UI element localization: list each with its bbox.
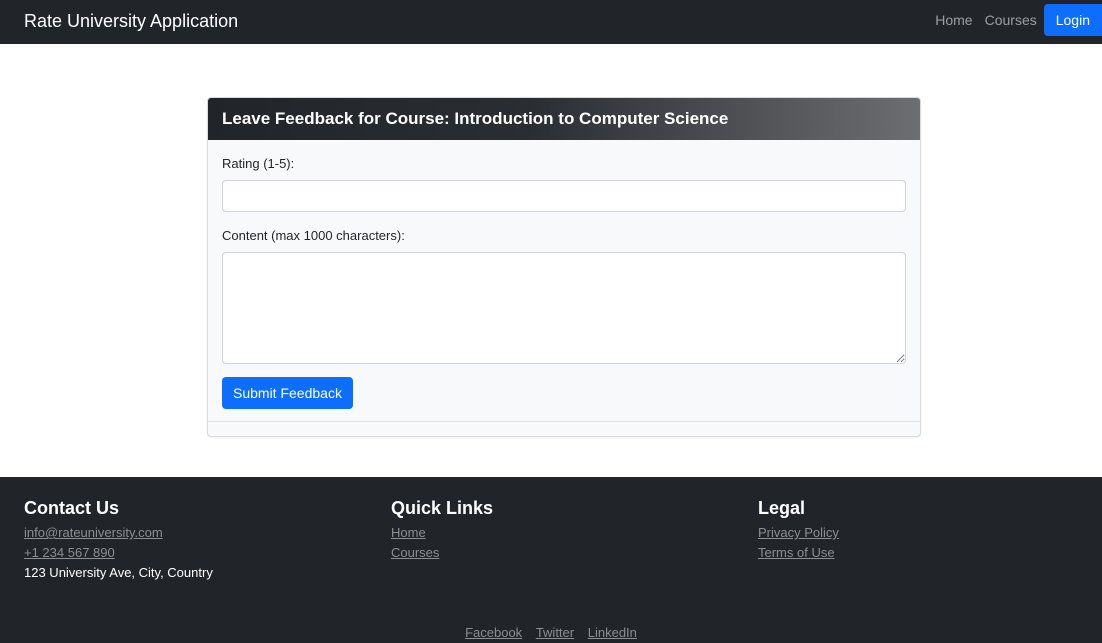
feedback-card: Leave Feedback for Course: Introduction … xyxy=(207,97,921,437)
navbar: Rate University Application Home Courses… xyxy=(0,0,1102,44)
footer-contact: Contact Us info@rateuniversity.com +1 23… xyxy=(24,497,213,583)
social-link-twitter[interactable]: Twitter xyxy=(536,625,574,640)
contact-phone-link[interactable]: +1 234 567 890 xyxy=(24,543,213,563)
feedback-form: Rating (1-5): Content (max 1000 characte… xyxy=(208,140,920,422)
footer: Contact Us info@rateuniversity.com +1 23… xyxy=(0,477,1102,643)
rating-input[interactable] xyxy=(222,180,906,212)
login-button[interactable]: Login xyxy=(1043,4,1102,36)
content-textarea[interactable] xyxy=(222,252,906,364)
footer-quick-links: Quick Links Home Courses xyxy=(391,497,493,563)
submit-feedback-button[interactable]: Submit Feedback xyxy=(222,377,353,409)
social-link-facebook[interactable]: Facebook xyxy=(465,625,522,640)
quick-links-heading: Quick Links xyxy=(391,498,494,518)
social-link-linkedin[interactable]: LinkedIn xyxy=(588,625,637,640)
contact-heading: Contact Us xyxy=(24,498,120,518)
footer-link-courses[interactable]: Courses xyxy=(391,543,493,563)
nav-link-courses[interactable]: Courses xyxy=(979,4,1043,36)
footer-link-privacy[interactable]: Privacy Policy xyxy=(758,523,839,543)
nav-link-home[interactable]: Home xyxy=(929,4,978,36)
nav-links: Home Courses Login xyxy=(929,4,1102,36)
rating-label: Rating (1-5): xyxy=(222,156,295,171)
feedback-title: Leave Feedback for Course: Introduction … xyxy=(222,109,729,128)
contact-address: 123 University Ave, City, Country xyxy=(24,565,213,580)
brand-title[interactable]: Rate University Application xyxy=(24,10,238,32)
legal-heading: Legal xyxy=(758,498,806,518)
feedback-card-header: Leave Feedback for Course: Introduction … xyxy=(208,98,920,140)
social-links: Facebook Twitter LinkedIn xyxy=(0,624,1102,642)
contact-email-link[interactable]: info@rateuniversity.com xyxy=(24,523,213,543)
footer-legal: Legal Privacy Policy Terms of Use xyxy=(758,497,839,563)
footer-link-terms[interactable]: Terms of Use xyxy=(758,543,839,563)
footer-link-home[interactable]: Home xyxy=(391,523,493,543)
content-label: Content (max 1000 characters): xyxy=(222,228,405,243)
